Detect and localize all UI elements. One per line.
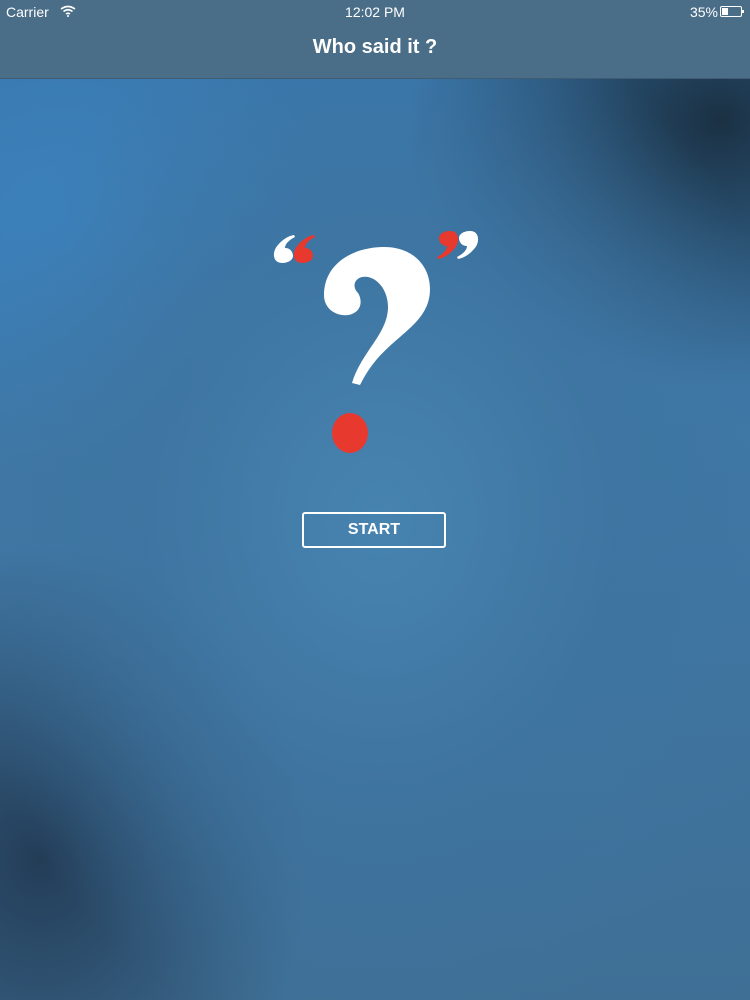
question-mark (324, 247, 430, 385)
background (0, 0, 750, 1000)
start-button[interactable]: START (302, 512, 446, 548)
status-time: 12:02 PM (345, 4, 405, 20)
page-title: Who said it ? (312, 36, 438, 58)
quote-question-logo (260, 215, 490, 465)
battery-icon (720, 6, 744, 17)
question-dot (332, 413, 368, 453)
navigation-bar: Carrier 12:02 PM 35% Who said it ? (0, 0, 750, 79)
closing-quote-mark (437, 231, 479, 259)
battery-percent: 35% (689, 4, 718, 20)
opening-quote-mark (273, 235, 315, 263)
status-bar: Carrier 12:02 PM 35% (0, 0, 750, 22)
